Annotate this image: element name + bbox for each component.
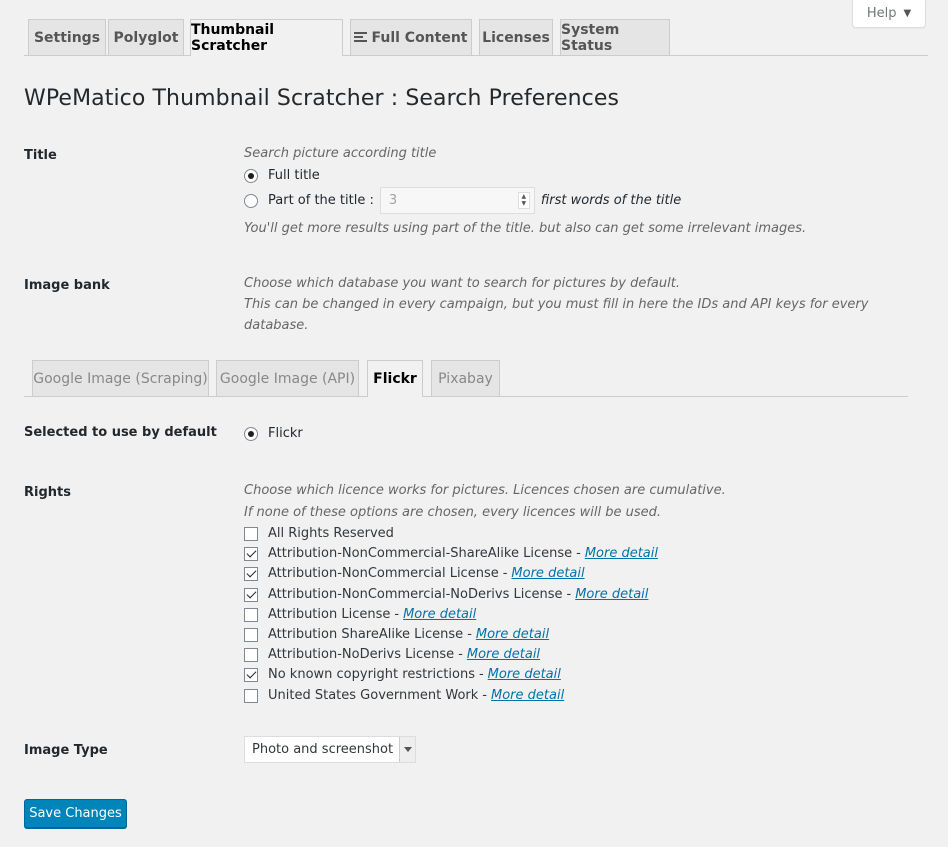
- separator: -: [502, 566, 508, 581]
- license-label: No known copyright restrictions: [268, 667, 475, 682]
- separator: -: [394, 607, 400, 622]
- license-checkbox[interactable]: [244, 587, 258, 602]
- image-bank-tabs: Google Image (Scraping) Google Image (AP…: [24, 360, 908, 397]
- license-label: Attribution License: [268, 607, 391, 622]
- full-content-icon: [354, 31, 368, 44]
- license-label: Attribution-NonCommercial-NoDerivs Licen…: [268, 587, 563, 602]
- spinner-icon[interactable]: ▲ ▼: [517, 192, 530, 209]
- title-hint: You'll get more results using part of th…: [244, 221, 807, 236]
- license-checkbox[interactable]: [244, 627, 258, 642]
- tab-label: Google Image (API): [219, 370, 356, 387]
- tab-thumbnail-scratcher[interactable]: Thumbnail Scratcher: [190, 19, 343, 56]
- tab-full-content[interactable]: Full Content: [350, 19, 472, 55]
- tab-polyglot[interactable]: Polyglot: [108, 19, 184, 55]
- more-detail-link[interactable]: More detail: [488, 667, 561, 682]
- tab-label: System Status: [561, 21, 620, 54]
- image-bank-description-2: This can be changed in every campaign, b…: [244, 297, 869, 312]
- license-by-nc-sa[interactable]: Attribution-NonCommercial-ShareAlike Lic…: [244, 546, 658, 561]
- full-title-radio[interactable]: [244, 168, 258, 183]
- default-flickr-radio[interactable]: [244, 426, 258, 441]
- tab-label: Thumbnail Scratcher: [191, 22, 275, 54]
- tab-label: Settings: [33, 29, 101, 46]
- license-by-nc[interactable]: Attribution-NonCommercial License - More…: [244, 566, 585, 581]
- separator: -: [458, 647, 463, 662]
- title-words-value: 3: [388, 193, 398, 208]
- full-title-option[interactable]: Full title: [244, 168, 320, 183]
- title-description: Search picture according title: [244, 146, 437, 161]
- license-checkbox[interactable]: [244, 647, 258, 662]
- image-bank-description-3: database.: [244, 318, 309, 333]
- part-title-label: Part of the title :: [268, 193, 374, 208]
- license-checkbox[interactable]: [244, 546, 258, 561]
- license-by[interactable]: Attribution License - More detail: [244, 607, 476, 622]
- tab-google-api[interactable]: Google Image (API): [216, 360, 359, 396]
- default-label: Selected to use by default: [24, 425, 217, 440]
- rights-label: Rights: [24, 485, 71, 500]
- license-label: Attribution-NonCommercial License: [268, 566, 499, 581]
- image-type-label: Image Type: [24, 743, 108, 758]
- license-all-rights-reserved[interactable]: All Rights Reserved: [244, 526, 394, 541]
- title-words-input[interactable]: 3 ▲ ▼: [379, 187, 535, 214]
- license-checkbox[interactable]: [244, 566, 258, 581]
- image-bank-description-1: Choose which database you want to search…: [244, 276, 680, 291]
- image-type-value: Photo and screenshot: [252, 742, 394, 757]
- rights-description-1: Choose which licence works for pictures.…: [244, 483, 726, 498]
- license-label: All Rights Reserved: [268, 526, 394, 541]
- tab-label: Polyglot: [113, 29, 179, 46]
- image-bank-label: Image bank: [24, 278, 110, 293]
- image-type-select[interactable]: Photo and screenshot: [244, 736, 416, 763]
- tab-label: Flickr: [373, 371, 417, 387]
- license-checkbox[interactable]: [244, 607, 258, 622]
- rights-description-2: If none of these options are chosen, eve…: [244, 505, 661, 520]
- license-label: Attribution-NonCommercial-ShareAlike Lic…: [268, 546, 573, 561]
- separator: -: [566, 587, 572, 602]
- license-checkbox[interactable]: [244, 667, 258, 682]
- license-us-government-work[interactable]: United States Government Work - More det…: [244, 688, 564, 703]
- tab-label: Licenses: [482, 29, 550, 46]
- part-title-radio[interactable]: [244, 193, 258, 208]
- part-title-option[interactable]: Part of the title : 3 ▲ ▼ first words of …: [244, 187, 681, 214]
- tab-flickr[interactable]: Flickr: [367, 360, 423, 397]
- chevron-down-icon[interactable]: [399, 737, 415, 762]
- separator: -: [576, 546, 581, 561]
- more-detail-link[interactable]: More detail: [575, 587, 648, 602]
- full-title-label: Full title: [268, 168, 320, 183]
- more-detail-link[interactable]: More detail: [403, 607, 476, 622]
- default-flickr-label: Flickr: [268, 426, 303, 441]
- license-checkbox[interactable]: [244, 688, 258, 703]
- title-section-label: Title: [24, 148, 57, 163]
- nav-tabs: Settings Polyglot Thumbnail Scratcher Fu…: [24, 0, 928, 56]
- separator: -: [467, 627, 472, 642]
- more-detail-link[interactable]: More detail: [476, 627, 549, 642]
- license-checkbox[interactable]: [244, 526, 258, 541]
- default-flickr-option[interactable]: Flickr: [244, 426, 303, 441]
- tab-licenses[interactable]: Licenses: [479, 19, 553, 55]
- license-by-sa[interactable]: Attribution ShareAlike License - More de…: [244, 627, 549, 642]
- words-suffix: first words of the title: [540, 193, 682, 208]
- more-detail-link[interactable]: More detail: [491, 688, 564, 703]
- tab-settings[interactable]: Settings: [28, 19, 106, 55]
- more-detail-link[interactable]: More detail: [511, 566, 584, 581]
- license-label: United States Government Work: [268, 688, 479, 703]
- tab-label: Google Image (Scraping): [33, 370, 208, 387]
- page-title: WPeMatico Thumbnail Scratcher : Search P…: [24, 86, 620, 111]
- license-label: Attribution-NoDerivs License: [268, 647, 455, 662]
- more-detail-link[interactable]: More detail: [467, 647, 540, 662]
- license-by-nc-nd[interactable]: Attribution-NonCommercial-NoDerivs Licen…: [244, 587, 648, 602]
- tab-system-status[interactable]: System Status: [560, 19, 670, 55]
- save-changes-button[interactable]: Save Changes: [24, 799, 127, 828]
- tab-pixabay[interactable]: Pixabay: [431, 360, 500, 396]
- license-no-known-restrictions[interactable]: No known copyright restrictions - More d…: [244, 667, 561, 682]
- more-detail-link[interactable]: More detail: [585, 546, 658, 561]
- separator: -: [478, 667, 484, 682]
- license-label: Attribution ShareAlike License: [268, 627, 464, 642]
- save-label: Save Changes: [29, 806, 122, 821]
- tab-label: Pixabay: [438, 370, 493, 387]
- separator: -: [482, 688, 487, 703]
- tab-label: Full Content: [371, 29, 468, 46]
- license-by-nd[interactable]: Attribution-NoDerivs License - More deta…: [244, 647, 540, 662]
- tab-google-scraping[interactable]: Google Image (Scraping): [32, 360, 209, 396]
